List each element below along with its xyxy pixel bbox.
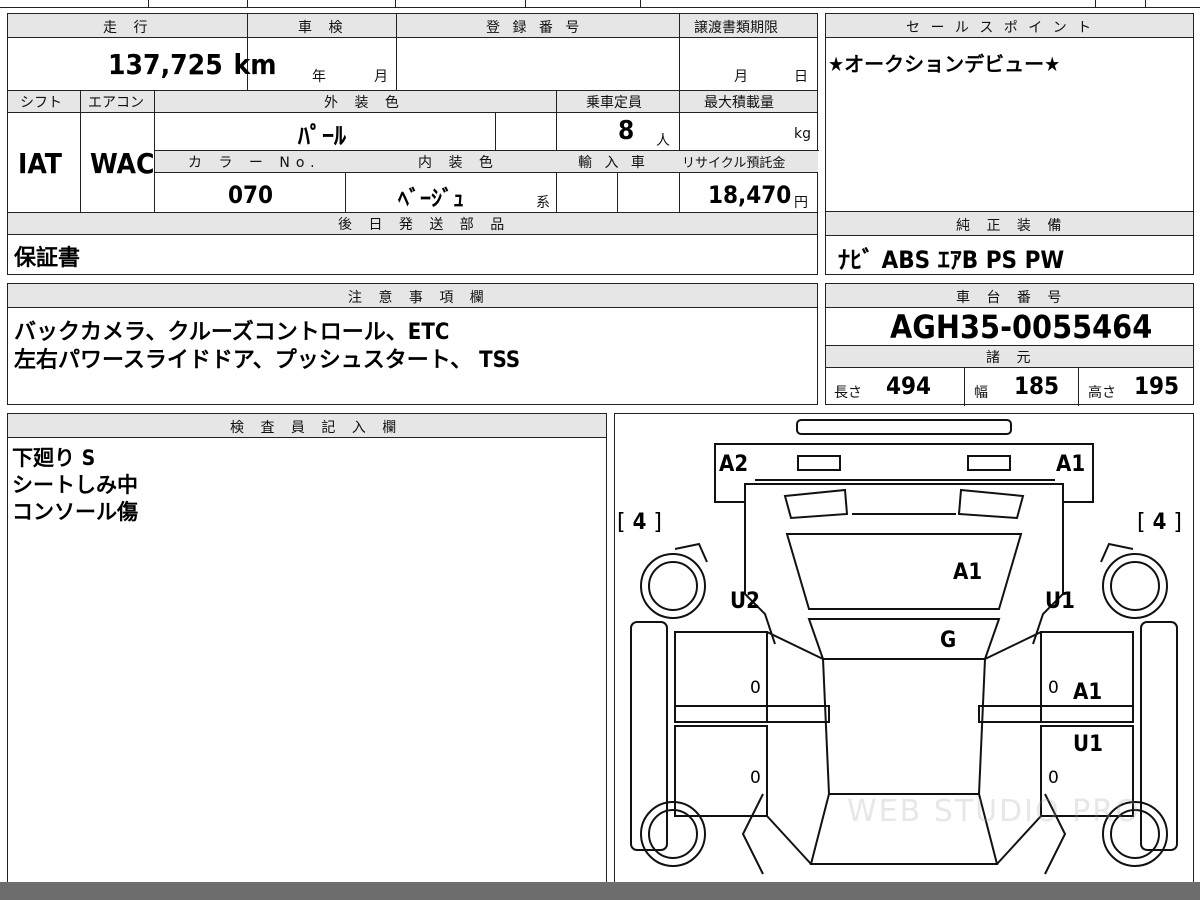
notes-header: 注 意 事 項 欄 xyxy=(348,290,490,306)
shift-value: IAT xyxy=(18,147,62,180)
inspector-box: 検 査 員 記 入 欄 下廻り S シートしみ中 コンソール傷 xyxy=(7,413,607,888)
equipment-value: ﾅﾋﾞ ABS ｴｱB PS PW xyxy=(838,246,1065,274)
mark-right-front-door: U1 xyxy=(1073,732,1103,757)
door-zero-left-2: 0 xyxy=(750,768,761,788)
chassis-number: AGH35-0055464 xyxy=(890,308,1153,346)
width-value: 185 xyxy=(1014,372,1060,400)
door-zero-right-2: 0 xyxy=(1048,768,1059,788)
chassis-header: 車 台 番 号 xyxy=(956,290,1068,306)
tire-right-label: [ 4 ] xyxy=(1137,510,1182,535)
chassis-box: 車 台 番 号 AGH35-0055464 諸 元 長さ 494 幅 185 高… xyxy=(825,283,1194,406)
sales-point-box: セ ー ル ス ポ イ ン ト ★オークションデビュー★ xyxy=(825,13,1194,213)
tire-right-value: 4 xyxy=(1152,510,1167,535)
registration-header: 登 録 番 号 xyxy=(486,20,584,36)
height-value: 195 xyxy=(1134,372,1180,400)
sales-point-text: ★オークションデビュー★ xyxy=(828,52,1061,76)
mark-right-rear-door: A1 xyxy=(1073,680,1103,705)
mark-rear-right: A1 xyxy=(1056,452,1086,477)
transfer-day: 日 xyxy=(794,69,808,85)
mark-roof: A1 xyxy=(953,560,983,585)
height-label: 高さ xyxy=(1088,385,1116,401)
watermark: WEB STUDIO PRO xyxy=(847,794,1141,829)
capacity-value: 8 xyxy=(618,116,635,146)
mileage-value: 137,725 xyxy=(108,48,223,81)
ac-value: WAC xyxy=(90,147,155,180)
max-load-header: 最大積載量 xyxy=(704,95,774,111)
notes-line-2: 左右パワースライドドア、プッシュスタート、 TSS xyxy=(14,348,521,373)
int-color-value: ﾍﾞｰｼﾞｭ xyxy=(398,187,465,212)
max-load-unit: kg xyxy=(794,126,811,142)
mark-rear-left: A2 xyxy=(719,452,749,477)
equipment-box: 純 正 装 備 ﾅﾋﾞ ABS ｴｱB PS PW xyxy=(825,211,1194,275)
later-parts-value: 保証書 xyxy=(14,246,81,271)
width-label: 幅 xyxy=(974,385,988,401)
inspector-line-3: コンソール傷 xyxy=(12,500,138,524)
shaken-year: 年 xyxy=(312,69,326,85)
later-parts-header: 後 日 発 送 部 品 xyxy=(338,217,511,233)
mileage-unit: km xyxy=(233,48,277,81)
recycle-unit: 円 xyxy=(794,195,808,211)
length-value: 494 xyxy=(886,372,932,400)
shaken-month: 月 xyxy=(374,69,388,85)
recycle-value: 18,470 xyxy=(708,181,792,209)
transfer-month: 月 xyxy=(734,69,748,85)
color-no-value: 070 xyxy=(228,181,274,209)
equipment-header: 純 正 装 備 xyxy=(956,218,1068,234)
mark-windshield: G xyxy=(940,628,957,653)
capacity-unit: 人 xyxy=(656,133,670,149)
transfer-header: 譲渡書類期限 xyxy=(694,20,778,36)
mark-left-quarter: U2 xyxy=(730,589,760,614)
top-cutoff-row xyxy=(0,0,1200,8)
notes-box: 注 意 事 項 欄 バックカメラ、クルーズコントロール、ETC 左右パワースライ… xyxy=(7,283,818,405)
ext-color-value: ﾊﾟｰﾙ xyxy=(298,122,346,150)
spec-header: 諸 元 xyxy=(986,350,1037,366)
tire-left-label: [ 4 ] xyxy=(617,510,662,535)
inspector-line-2: シートしみ中 xyxy=(12,473,138,497)
import-header: 輸 入 車 xyxy=(578,155,649,171)
vehicle-spec-grid: 走 行 車 検 登 録 番 号 譲渡書類期限 137,725 km 年 月 月 … xyxy=(7,13,819,275)
int-color-suffix: 系 xyxy=(536,195,550,211)
shift-header: シフト xyxy=(20,95,62,111)
sales-point-header: セ ー ル ス ポ イ ン ト xyxy=(906,20,1095,36)
color-no-header: カ ラ ー No. xyxy=(188,155,321,171)
inspector-header: 検 査 員 記 入 欄 xyxy=(230,420,403,436)
mark-right-quarter: U1 xyxy=(1045,589,1075,614)
ext-color-header: 外 装 色 xyxy=(324,95,405,111)
recycle-header: リサイクル預託金 xyxy=(682,156,786,171)
ac-header: エアコン xyxy=(88,95,144,111)
tire-left-value: 4 xyxy=(632,510,647,535)
capacity-header: 乗車定員 xyxy=(586,95,642,111)
bottom-bar xyxy=(0,882,1200,900)
inspector-line-1: 下廻り S xyxy=(12,446,96,470)
mileage-header: 走 行 xyxy=(103,20,154,36)
shaken-header: 車 検 xyxy=(298,20,349,36)
door-zero-left-1: 0 xyxy=(750,678,761,698)
int-color-header: 内 装 色 xyxy=(418,155,499,171)
car-diagram-box: A2 A1 [ 4 ] [ 4 ] A1 G U2 U1 A1 U1 0 0 0… xyxy=(614,413,1194,888)
door-zero-right-1: 0 xyxy=(1048,678,1059,698)
length-label: 長さ xyxy=(834,385,862,401)
